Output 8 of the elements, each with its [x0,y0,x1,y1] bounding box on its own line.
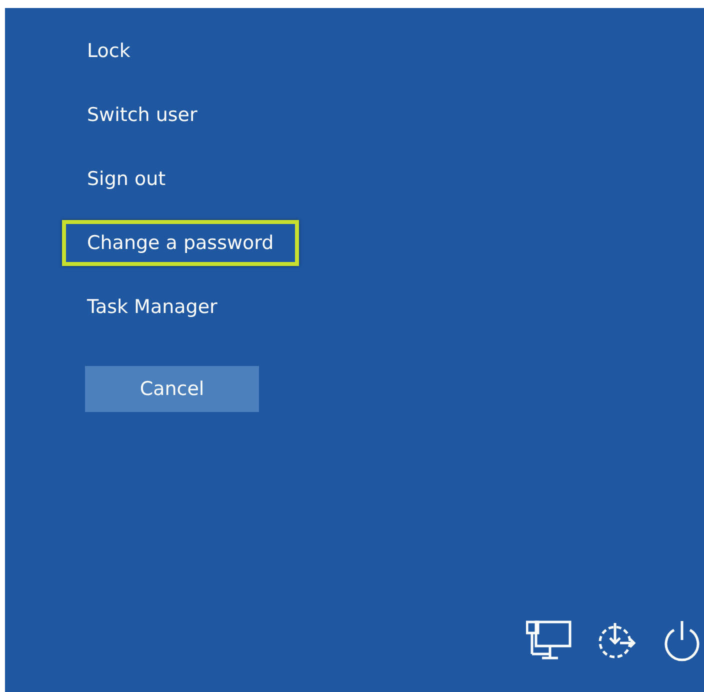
menu-item[interactable]: Task Manager [62,284,242,330]
cancel-button[interactable]: Cancel [85,366,259,412]
menu-item[interactable]: Lock [62,28,156,74]
menu-item[interactable]: Switch user [62,92,222,138]
menu-item[interactable]: Sign out [62,156,191,202]
menu-item[interactable]: Change a password [62,220,299,266]
network-icon[interactable] [526,619,574,661]
power-icon[interactable] [662,618,702,662]
